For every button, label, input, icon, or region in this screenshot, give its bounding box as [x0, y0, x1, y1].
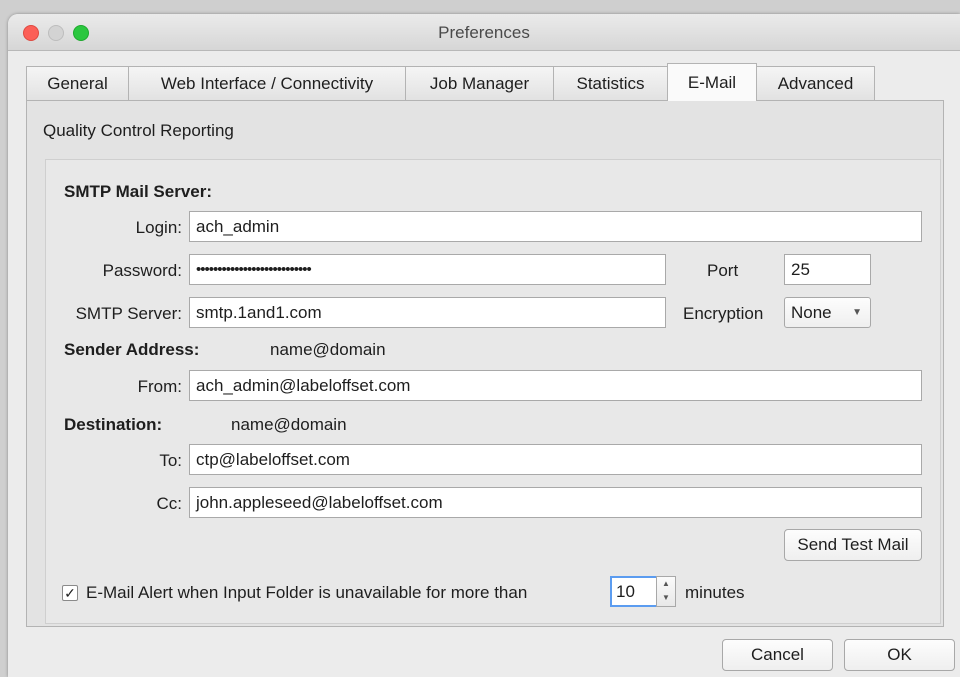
email-alert-checkbox[interactable]: ✓ [62, 585, 78, 601]
ok-button[interactable]: OK [844, 639, 955, 671]
spin-up-icon[interactable]: ▲ [657, 577, 675, 591]
encryption-value: None [791, 303, 832, 322]
title-bar: Preferences [8, 14, 960, 51]
to-field[interactable]: ctp@labeloffset.com [189, 444, 922, 475]
sender-heading: Sender Address: [64, 340, 200, 359]
destination-hint: name@domain [231, 415, 347, 434]
minutes-input[interactable]: 10 [610, 576, 658, 607]
destination-heading: Destination: [64, 415, 163, 434]
chevron-down-icon: ▼ [852, 307, 862, 318]
smtp-heading: SMTP Mail Server: [64, 182, 213, 201]
cc-field[interactable]: john.appleseed@labeloffset.com [189, 487, 922, 518]
tab-advanced[interactable]: Advanced [756, 66, 875, 100]
to-label: To: [159, 451, 182, 470]
send-test-mail-button[interactable]: Send Test Mail [784, 529, 922, 561]
smtp-group: SMTP Mail Server: Login: ach_admin Passw… [45, 159, 941, 624]
section-title: Quality Control Reporting [43, 121, 234, 140]
password-label: Password: [102, 261, 182, 280]
tab-statistics[interactable]: Statistics [553, 66, 668, 100]
login-label: Login: [135, 218, 182, 237]
sender-hint: name@domain [270, 340, 386, 359]
minutes-unit-label: minutes [685, 583, 745, 602]
cancel-button[interactable]: Cancel [722, 639, 833, 671]
from-field[interactable]: ach_admin@labeloffset.com [189, 370, 922, 401]
tab-general[interactable]: General [26, 66, 129, 100]
preferences-window: Preferences General Web Interface / Conn… [8, 14, 960, 677]
email-alert-label: E-Mail Alert when Input Folder is unavai… [86, 583, 528, 602]
spin-down-icon[interactable]: ▼ [657, 591, 675, 605]
minutes-stepper[interactable]: ▲ ▼ [656, 576, 676, 607]
encryption-select[interactable]: None ▼ [784, 297, 871, 328]
password-field[interactable]: ••••••••••••••••••••••••••• [189, 254, 666, 285]
port-label: Port [707, 261, 739, 280]
login-field[interactable]: ach_admin [189, 211, 922, 242]
tab-job-manager[interactable]: Job Manager [405, 66, 554, 100]
from-label: From: [137, 377, 182, 396]
tab-email[interactable]: E-Mail [667, 63, 757, 101]
port-field[interactable]: 25 [784, 254, 871, 285]
smtp-server-label: SMTP Server: [75, 304, 182, 323]
tab-web-interface[interactable]: Web Interface / Connectivity [128, 66, 406, 100]
window-title: Preferences [438, 23, 530, 42]
encryption-label: Encryption [683, 304, 764, 323]
email-panel: Quality Control Reporting SMTP Mail Serv… [26, 100, 944, 627]
cc-label: Cc: [156, 494, 183, 513]
smtp-server-field[interactable]: smtp.1and1.com [189, 297, 666, 328]
